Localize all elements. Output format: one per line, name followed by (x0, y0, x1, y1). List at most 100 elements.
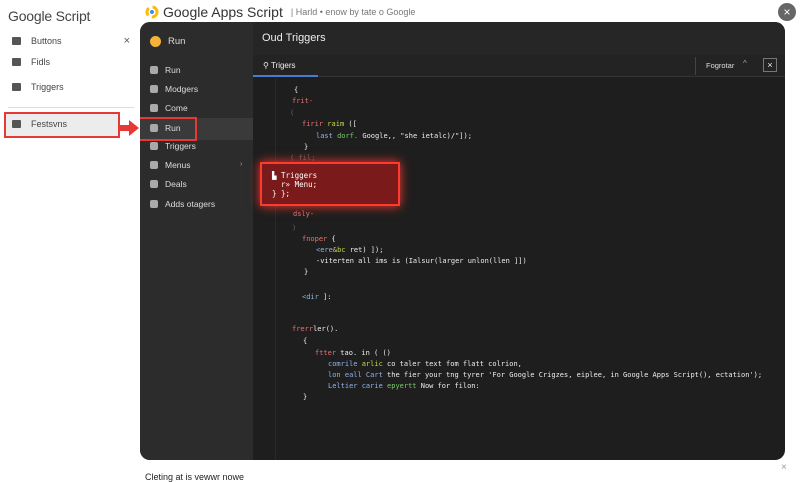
file-icon (12, 58, 21, 66)
code-token: comrile (328, 360, 362, 368)
code-token: ( fil; (290, 154, 316, 162)
arrow-right-icon (120, 120, 139, 136)
nav-icon (150, 180, 158, 188)
code-token: Now for filon: (420, 382, 480, 390)
tab-bar: ⚲ Trigers Fogrotar ^ × (253, 55, 785, 77)
editor-nav: Run Run Modgers Come Run Triggers Menus Deals A… (140, 22, 253, 460)
code-token: } (304, 143, 309, 151)
nav-header: Run (150, 36, 185, 47)
nav-item-triggers[interactable]: Triggers (150, 141, 196, 151)
label: Modgers (165, 84, 199, 94)
popup-line: r» Menu; (272, 180, 318, 189)
code-token: tao. in ( () (340, 349, 391, 357)
app-header: Google Apps Script | Harld • enow by tat… (145, 4, 415, 20)
code-token: arlic (361, 360, 388, 368)
nav-item-run[interactable]: Run (150, 123, 181, 133)
code-token: } (304, 268, 309, 276)
code-token: ftter (315, 349, 341, 357)
code-token: <ere (316, 246, 333, 254)
code-line: firir raim ([ (302, 120, 357, 128)
code-token: &bc (332, 246, 350, 254)
sidebar-item-triggers[interactable]: Triggers (12, 82, 64, 92)
chevron-up-icon[interactable]: ^ (743, 59, 747, 68)
close-window-button[interactable]: × (778, 3, 796, 21)
trigger-icon (12, 83, 21, 91)
nav-item-modgers[interactable]: Modgers (150, 84, 198, 94)
code-token: epyertt (387, 382, 421, 390)
search-icon: ⚲ (263, 61, 271, 70)
code-token: } (303, 393, 308, 401)
code-line: { (294, 86, 298, 94)
code-token: { (331, 235, 336, 243)
code-line: frerrler(). (292, 325, 338, 333)
nav-item-run[interactable]: Run (150, 65, 181, 75)
code-line: <dir ]: (302, 293, 332, 301)
code-line: } (304, 143, 308, 151)
home-icon (12, 120, 21, 128)
label: Deals (165, 179, 187, 189)
label: Buttons (31, 36, 62, 46)
close-icon[interactable]: × (781, 462, 787, 473)
code-line: ftter tao. in ( () (315, 349, 391, 357)
editor-panel: Run Run Modgers Come Run Triggers Menus Deals A… (140, 22, 785, 460)
tab-triggers[interactable]: ⚲ Trigers (253, 55, 318, 77)
code-line: last dorf. Google,, "she ietalc)/"]); (316, 132, 472, 140)
code-line: fnoper { (302, 235, 336, 243)
sidebar-item-buttons[interactable]: Buttons × (12, 35, 130, 47)
footer-text: Cleting at is vewwr nowe (145, 472, 245, 482)
nav-icon (150, 85, 158, 93)
nav-icon (150, 104, 158, 112)
code-token: <dir (302, 293, 324, 301)
main-title: Oud Triggers (253, 22, 785, 55)
code-token: last (316, 132, 338, 140)
popup-line: Triggers (281, 171, 318, 180)
code-token: frit- (292, 97, 314, 105)
code-token: ( (290, 109, 295, 117)
code-token: firir (302, 120, 328, 128)
code-line: { (303, 337, 307, 345)
nav-item-adds-otagers[interactable]: Adds otagers (150, 199, 215, 209)
nav-item-deals[interactable]: Deals (150, 179, 187, 189)
code-line: ( (290, 109, 294, 117)
nav-icon (150, 200, 158, 208)
label: Triggers (165, 141, 196, 151)
code-token: { (294, 86, 299, 94)
code-token: raim (327, 120, 349, 128)
sidebar-item-fidls[interactable]: Fidls (12, 57, 50, 67)
google-script-logo: Google Script (8, 8, 91, 24)
sidebar-item-festsvns-label[interactable]: Festsvns (12, 119, 67, 129)
label: Festsvns (31, 119, 68, 129)
code-line: ( fil; (290, 154, 315, 162)
nav-icon (150, 124, 158, 132)
code-line: } (303, 393, 307, 401)
nav-item-menus[interactable]: Menus (150, 160, 191, 170)
code-token: ) (292, 224, 297, 232)
code-token: ler(). (313, 325, 339, 333)
code-token: lon eall Cart (328, 371, 388, 379)
code-token: co taler text fom flatt colrion, (387, 360, 522, 368)
code-line: Leltier carie epyertt Now for filon: (328, 382, 480, 390)
code-token: frerr (292, 325, 314, 333)
label: Run (168, 36, 186, 47)
code-token: fnoper (302, 235, 332, 243)
close-icon[interactable]: × (124, 35, 130, 47)
code-line: ) (292, 224, 296, 232)
nav-item-come[interactable]: Come (150, 103, 188, 113)
label: Run (165, 123, 181, 133)
code-token: ret) ]); (349, 246, 384, 254)
close-find-button[interactable]: × (763, 58, 777, 72)
triggers-popup[interactable]: ▙ Triggers r» Menu; } }; (260, 162, 400, 206)
code-token: the fier your tng tyrer 'For Google Crig… (387, 371, 763, 379)
label: Menus (165, 160, 191, 170)
popup-line: } }; (272, 189, 291, 198)
label: Run (165, 65, 181, 75)
code-line: <ere&bc ret) ]); (316, 246, 383, 254)
find-label: Fogrotar (706, 61, 735, 70)
code-line: } (304, 268, 308, 276)
divider (8, 107, 134, 108)
nav-icon (150, 142, 158, 150)
gutter-line (275, 78, 276, 460)
code-token: dorf. (337, 132, 363, 140)
code-token: Google,, "she ietalc)/"]); (362, 132, 472, 140)
code-token: ([ (348, 120, 357, 128)
